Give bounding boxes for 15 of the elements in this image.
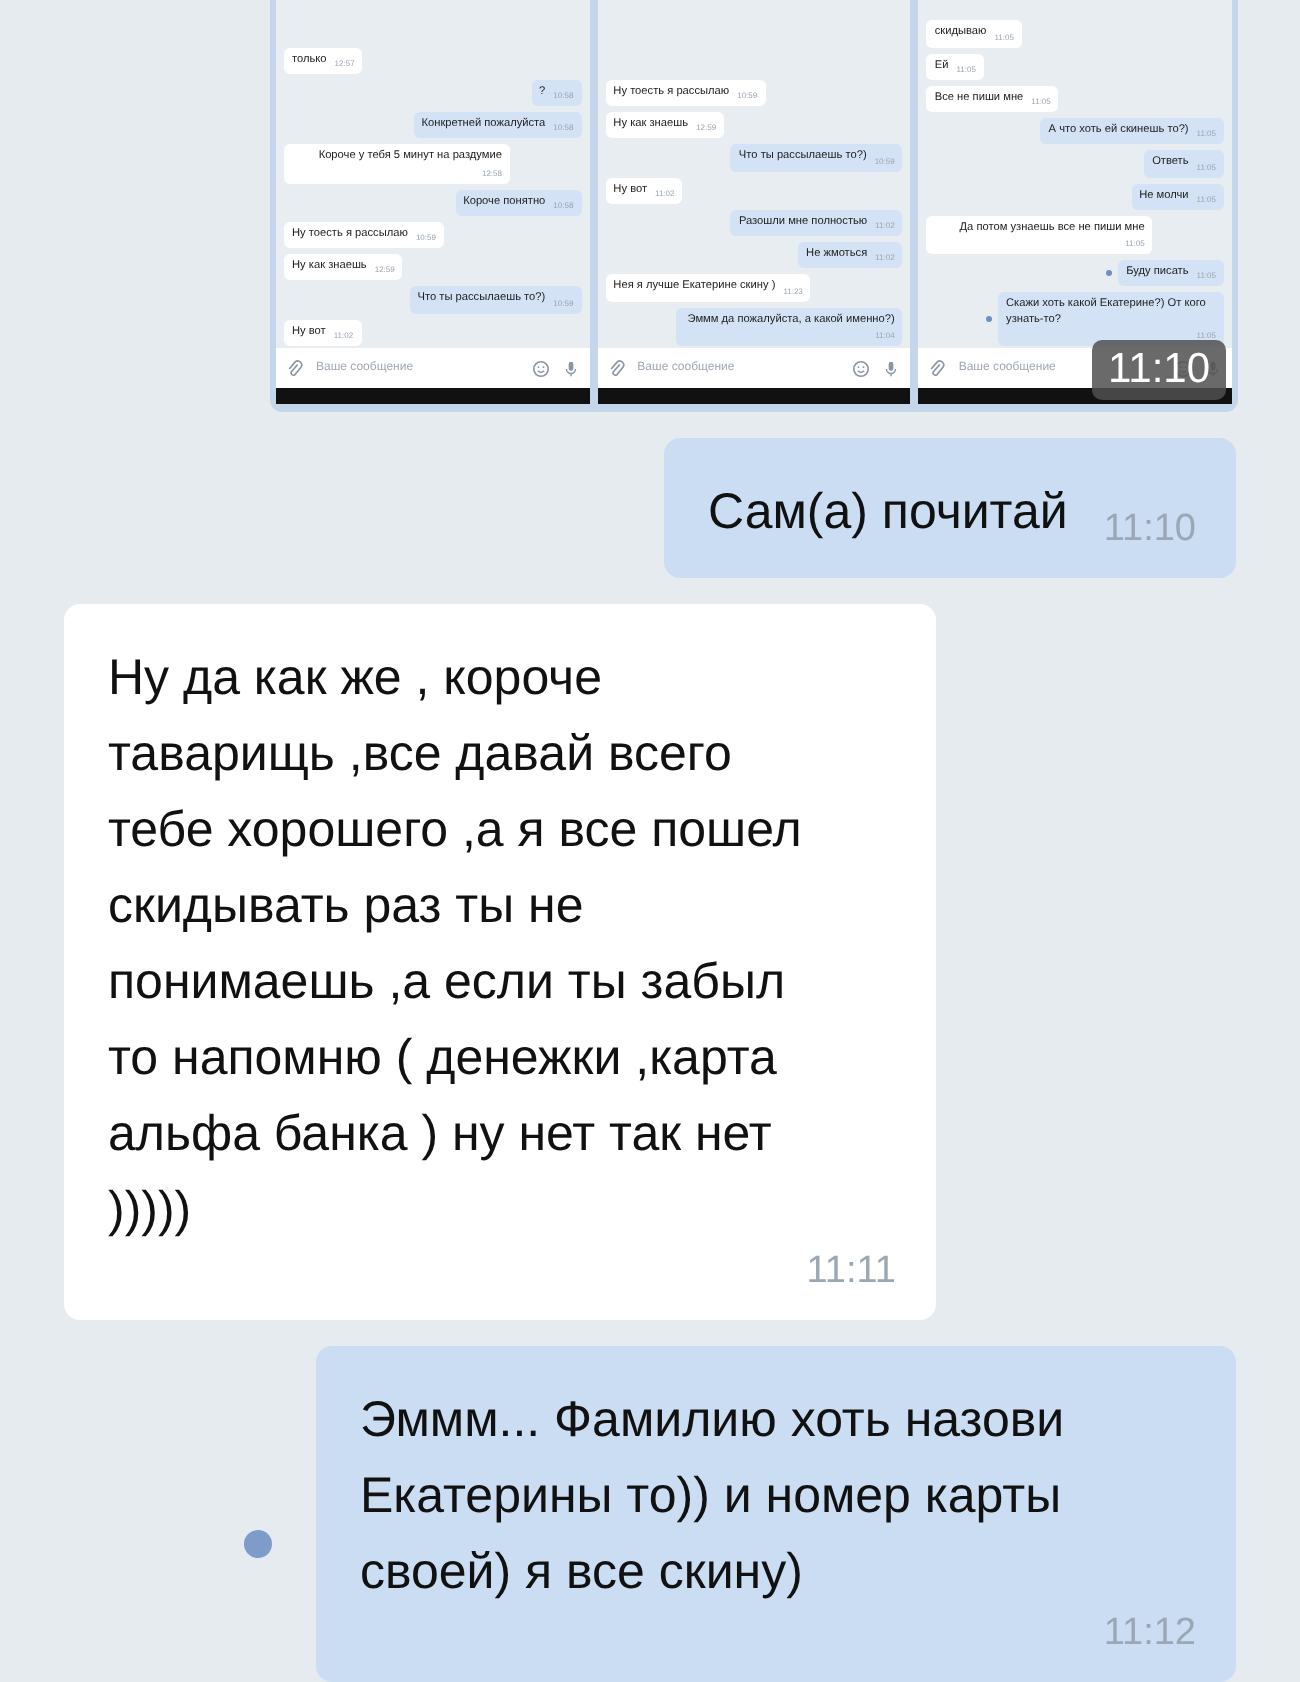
paperclip-icon[interactable] <box>286 359 304 377</box>
smiley-icon[interactable] <box>531 359 550 377</box>
timestamp-toast: 11:10 <box>1092 340 1227 400</box>
microphone-icon[interactable] <box>882 359 901 377</box>
smiley-icon[interactable] <box>852 359 871 377</box>
message-text: Сам(а) почитай <box>708 482 1068 544</box>
message-time: 11:11 <box>806 1248 896 1296</box>
paperclip-icon[interactable] <box>607 359 626 377</box>
microphone-icon[interactable] <box>561 359 580 377</box>
paperclip-icon[interactable] <box>928 359 947 377</box>
message-text: Эммм... Фамилию хоть назови Екатерины то)) и номер карты своей) я все скину) <box>360 1390 1067 1604</box>
message-time: 11:10 <box>1103 506 1196 554</box>
screenshot-attachment[interactable] <box>270 0 1238 412</box>
message-text: Ну да как же , короче таварищь ,все давай всего тебе хорошего ,а я все пошел скидывать раз ты не понимаешь ,а если ты забыл то напомню ( денежки ,карта альфа банка ) ну нет так нет ))))) <box>108 648 804 1242</box>
message-time: 11:12 <box>1103 1610 1196 1658</box>
